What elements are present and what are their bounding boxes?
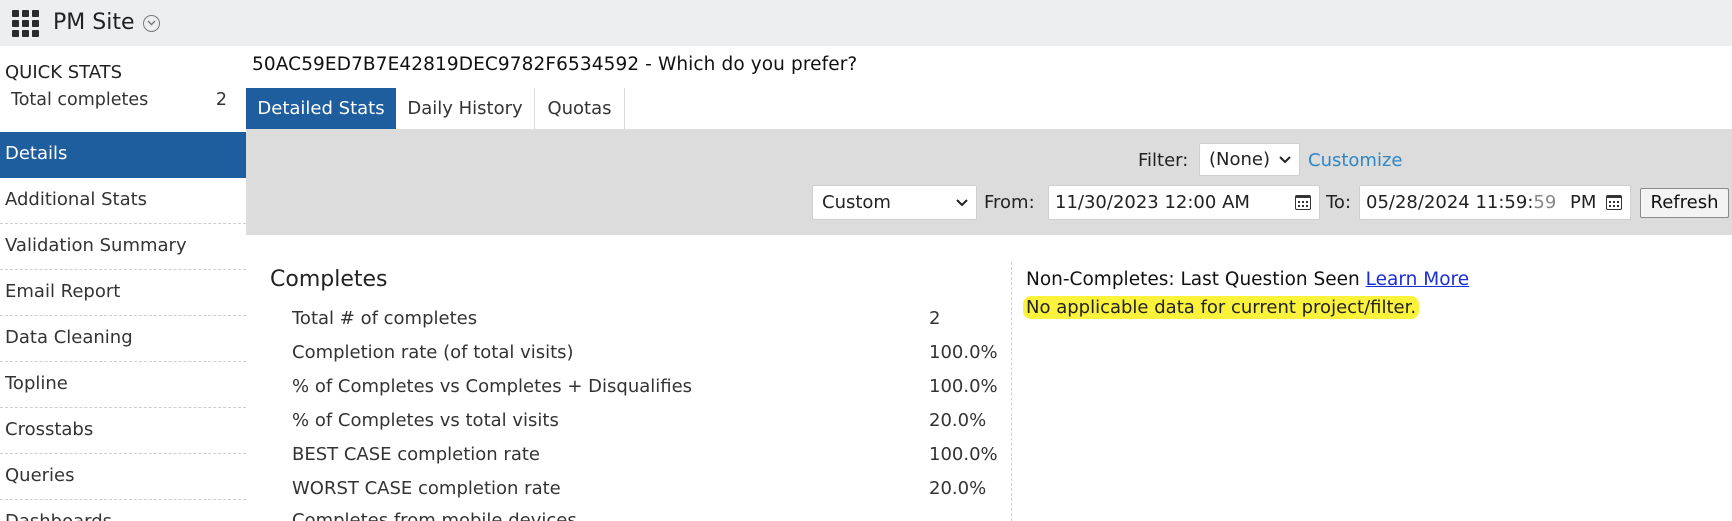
stat-value: 2 bbox=[929, 308, 941, 329]
quick-stat-label: Total completes bbox=[11, 90, 149, 110]
stat-value: 20.0% bbox=[929, 410, 987, 431]
stat-label: Completion rate (of total visits) bbox=[292, 342, 574, 363]
from-label: From: bbox=[984, 192, 1035, 213]
sidebar-item-topline[interactable]: Topline bbox=[0, 362, 246, 408]
site-title: PM Site bbox=[53, 10, 135, 35]
calendar-icon[interactable] bbox=[1295, 195, 1311, 210]
non-completes-heading: Non-Completes: Last Question Seen bbox=[1026, 269, 1360, 290]
quick-stat-total-completes: Total completes 2 bbox=[11, 90, 227, 110]
sidebar-item-additional-stats[interactable]: Additional Stats bbox=[0, 178, 246, 224]
panel-divider bbox=[1011, 262, 1012, 521]
quick-stat-value: 2 bbox=[215, 90, 227, 110]
sidebar-item-email-report[interactable]: Email Report bbox=[0, 270, 246, 316]
stat-row: % of Completes vs Completes + Disqualifi… bbox=[292, 376, 998, 397]
stat-label: Completes from mobile devices bbox=[292, 510, 577, 521]
sidebar: QUICK STATS Total completes 2 Details Ad… bbox=[0, 46, 246, 521]
non-completes-title: Non-Completes: Last Question Seen Learn … bbox=[1026, 269, 1469, 290]
top-bar: PM Site bbox=[0, 0, 1732, 46]
date-range-select[interactable]: Custom bbox=[812, 185, 977, 220]
stat-label: % of Completes vs Completes + Disqualifi… bbox=[292, 376, 693, 397]
stat-value: 100.0% bbox=[929, 376, 998, 397]
stat-label: % of Completes vs total visits bbox=[292, 410, 559, 431]
to-date-value: 05/28/2024 11:59: bbox=[1366, 192, 1534, 213]
sidebar-item-dashboards[interactable]: Dashboards bbox=[0, 500, 246, 521]
stat-label: BEST CASE completion rate bbox=[292, 444, 540, 465]
stat-value: 20.0% bbox=[929, 478, 987, 499]
filter-select[interactable]: (None) bbox=[1199, 143, 1300, 176]
no-data-message: No applicable data for current project/f… bbox=[1023, 296, 1420, 319]
to-date-input[interactable]: 05/28/2024 11:59:59 PM bbox=[1359, 185, 1631, 220]
chevron-down-icon bbox=[956, 198, 968, 206]
stat-row: Total # of completes 2 bbox=[292, 308, 992, 329]
stat-label: Total # of completes bbox=[292, 308, 478, 329]
filter-select-value: (None) bbox=[1209, 149, 1271, 170]
from-date-value: 11/30/2023 12:00 AM bbox=[1055, 192, 1250, 213]
learn-more-link[interactable]: Learn More bbox=[1366, 269, 1469, 290]
filter-label: Filter: bbox=[1138, 150, 1189, 171]
stat-label: WORST CASE completion rate bbox=[292, 478, 561, 499]
stat-value: 100.0% bbox=[929, 342, 998, 363]
calendar-icon[interactable] bbox=[1606, 195, 1622, 210]
tab-detailed-stats[interactable]: Detailed Stats bbox=[246, 88, 396, 129]
refresh-button[interactable]: Refresh bbox=[1640, 188, 1729, 218]
tab-daily-history[interactable]: Daily History bbox=[396, 88, 535, 129]
completes-title: Completes bbox=[270, 267, 388, 292]
chevron-down-icon bbox=[1279, 155, 1291, 163]
quick-stats-title: QUICK STATS bbox=[5, 62, 123, 83]
stat-row: WORST CASE completion rate 20.0% bbox=[292, 478, 992, 499]
filter-bar: Filter: (None) Customize Custom From: 11… bbox=[246, 129, 1732, 235]
stat-value: 100.0% bbox=[929, 444, 998, 465]
date-range-value: Custom bbox=[822, 192, 891, 213]
stat-row: BEST CASE completion rate 100.0% bbox=[292, 444, 998, 465]
to-date-ampm: PM bbox=[1570, 192, 1597, 213]
no-data-text: No applicable data for current project/f… bbox=[1023, 296, 1420, 319]
sidebar-item-data-cleaning[interactable]: Data Cleaning bbox=[0, 316, 246, 362]
site-switcher-chevron-icon[interactable] bbox=[143, 15, 160, 32]
sidebar-item-details[interactable]: Details bbox=[0, 132, 246, 178]
stat-row: Completes from mobile devices bbox=[292, 510, 992, 521]
to-label: To: bbox=[1326, 192, 1352, 213]
sidebar-item-queries[interactable]: Queries bbox=[0, 454, 246, 500]
tab-quotas[interactable]: Quotas bbox=[535, 88, 625, 129]
stat-row: Completion rate (of total visits) 100.0% bbox=[292, 342, 998, 363]
sidebar-item-validation-summary[interactable]: Validation Summary bbox=[0, 224, 246, 270]
from-date-input[interactable]: 11/30/2023 12:00 AM bbox=[1048, 185, 1320, 220]
page-title: 50AC59ED7B7E42819DEC9782F6534592 - Which… bbox=[252, 54, 858, 75]
to-date-seconds: 59 bbox=[1533, 192, 1557, 213]
app-grid-icon[interactable] bbox=[12, 10, 39, 37]
customize-link[interactable]: Customize bbox=[1308, 150, 1402, 171]
stat-row: % of Completes vs total visits 20.0% bbox=[292, 410, 992, 431]
sidebar-item-crosstabs[interactable]: Crosstabs bbox=[0, 408, 246, 454]
